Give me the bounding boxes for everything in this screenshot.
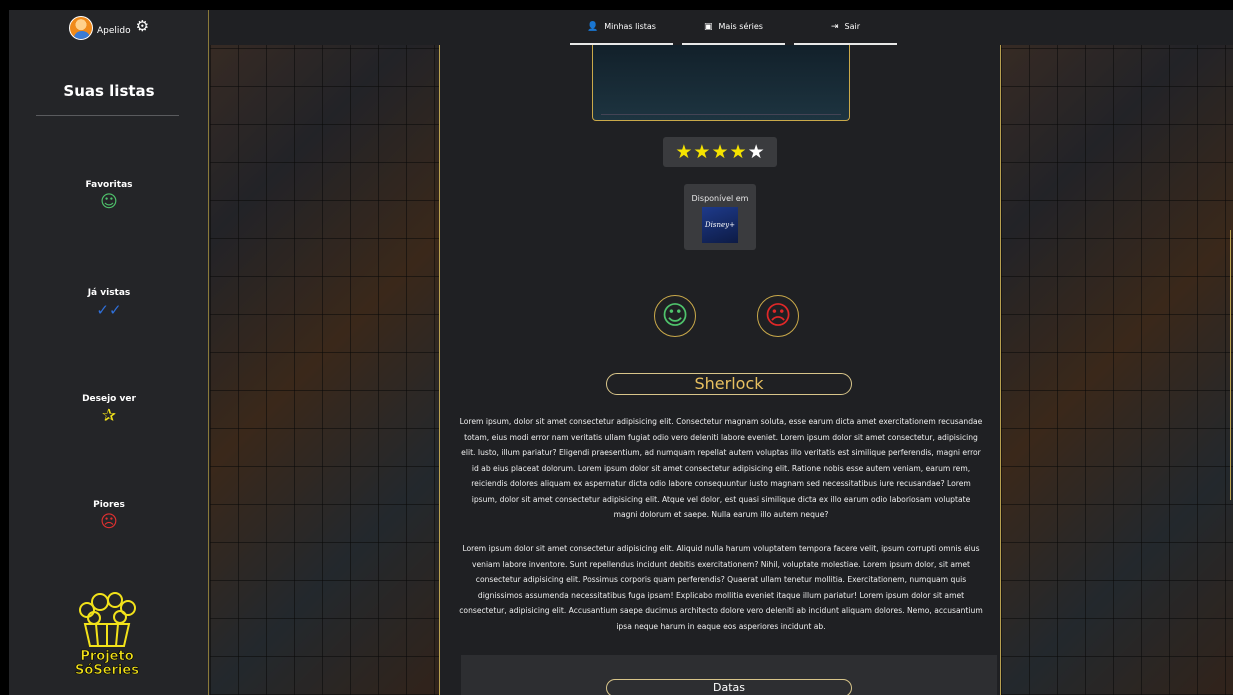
nav-label: Minhas listas xyxy=(604,22,656,31)
sidebar-item-label: Já vistas xyxy=(87,288,131,298)
logo-text: SóSeries xyxy=(75,663,139,678)
series-detail: ★ ★ ★ ★ ★ Disponível em Disney+ ☺ ☹ Sherlock… xyxy=(441,45,1000,695)
star-icon[interactable]: ★ xyxy=(675,141,692,163)
sad-icon: ☹ xyxy=(764,301,792,331)
top-nav: 👤 Minhas listas ▣ Mais séries ⇥ Sair xyxy=(210,10,1233,45)
star-icon[interactable]: ★ xyxy=(748,141,765,163)
dislike-button[interactable]: ☹ xyxy=(757,295,799,337)
sidebar-item-favoritas[interactable]: Favoritas ☺ xyxy=(9,180,209,211)
sidebar-item-piores[interactable]: Piores ☹ xyxy=(9,500,209,531)
double-check-icon: ✓✓ xyxy=(96,301,122,319)
avatar[interactable] xyxy=(69,16,93,40)
availability-label: Disponível em xyxy=(691,194,749,203)
video-progress-bar[interactable] xyxy=(601,114,841,115)
nav-sair[interactable]: ⇥ Sair xyxy=(794,10,897,45)
star-icon[interactable]: ★ xyxy=(693,141,710,163)
logo: Projeto SóSeries xyxy=(75,592,140,678)
sad-icon: ☹ xyxy=(100,512,118,532)
sidebar-divider xyxy=(36,115,179,116)
sidebar-item-label: Favoritas xyxy=(85,180,133,190)
disney-plus-logo[interactable]: Disney+ xyxy=(702,207,738,243)
poster-wall-left xyxy=(210,10,440,695)
sidebar-item-ja-vistas[interactable]: Já vistas ✓✓ xyxy=(9,288,209,319)
star-icon[interactable]: ★ xyxy=(730,141,747,163)
logo-text: Projeto xyxy=(80,649,133,664)
star-icon[interactable]: ★ xyxy=(711,141,728,163)
tv-icon: ▣ xyxy=(704,21,713,32)
sidebar-item-label: Desejo ver xyxy=(82,394,136,404)
availability-box: Disponível em Disney+ xyxy=(684,184,756,250)
user-name: Apelido xyxy=(97,26,131,36)
series-title: Sherlock xyxy=(606,373,852,395)
star-icon: ✰ xyxy=(101,406,117,426)
nav-label: Mais séries xyxy=(718,22,763,31)
app-screen: Apelido ⚙ Suas listas Favoritas ☺ Já vis… xyxy=(9,10,1233,695)
user-icon: 👤 xyxy=(587,21,599,32)
sidebar: Apelido ⚙ Suas listas Favoritas ☺ Já vis… xyxy=(9,10,209,695)
rating-stars[interactable]: ★ ★ ★ ★ ★ xyxy=(663,137,777,167)
sidebar-item-label: Piores xyxy=(93,500,125,510)
sidebar-item-desejo-ver[interactable]: Desejo ver ✰ xyxy=(9,394,209,425)
logout-icon: ⇥ xyxy=(830,21,839,32)
user-profile[interactable]: Apelido ⚙ xyxy=(69,16,149,40)
dates-section: Datas xyxy=(461,655,997,695)
gear-icon[interactable]: ⚙ xyxy=(136,17,149,35)
nav-mais-series[interactable]: ▣ Mais séries xyxy=(682,10,785,45)
like-button[interactable]: ☺ xyxy=(654,295,696,337)
nav-minhas-listas[interactable]: 👤 Minhas listas xyxy=(570,10,673,45)
trailer-video[interactable] xyxy=(592,45,850,121)
series-description-2: Lorem ipsum dolor sit amet consectetur a… xyxy=(459,544,983,631)
sidebar-title: Suas listas xyxy=(63,82,155,100)
nav-label: Sair xyxy=(844,22,861,31)
smile-icon: ☺ xyxy=(100,192,118,212)
series-description-1: Lorem ipsum, dolor sit amet consectetur … xyxy=(459,417,983,519)
dates-title: Datas xyxy=(606,679,852,695)
smile-icon: ☺ xyxy=(661,301,689,331)
poster-wall-right xyxy=(1000,10,1233,695)
